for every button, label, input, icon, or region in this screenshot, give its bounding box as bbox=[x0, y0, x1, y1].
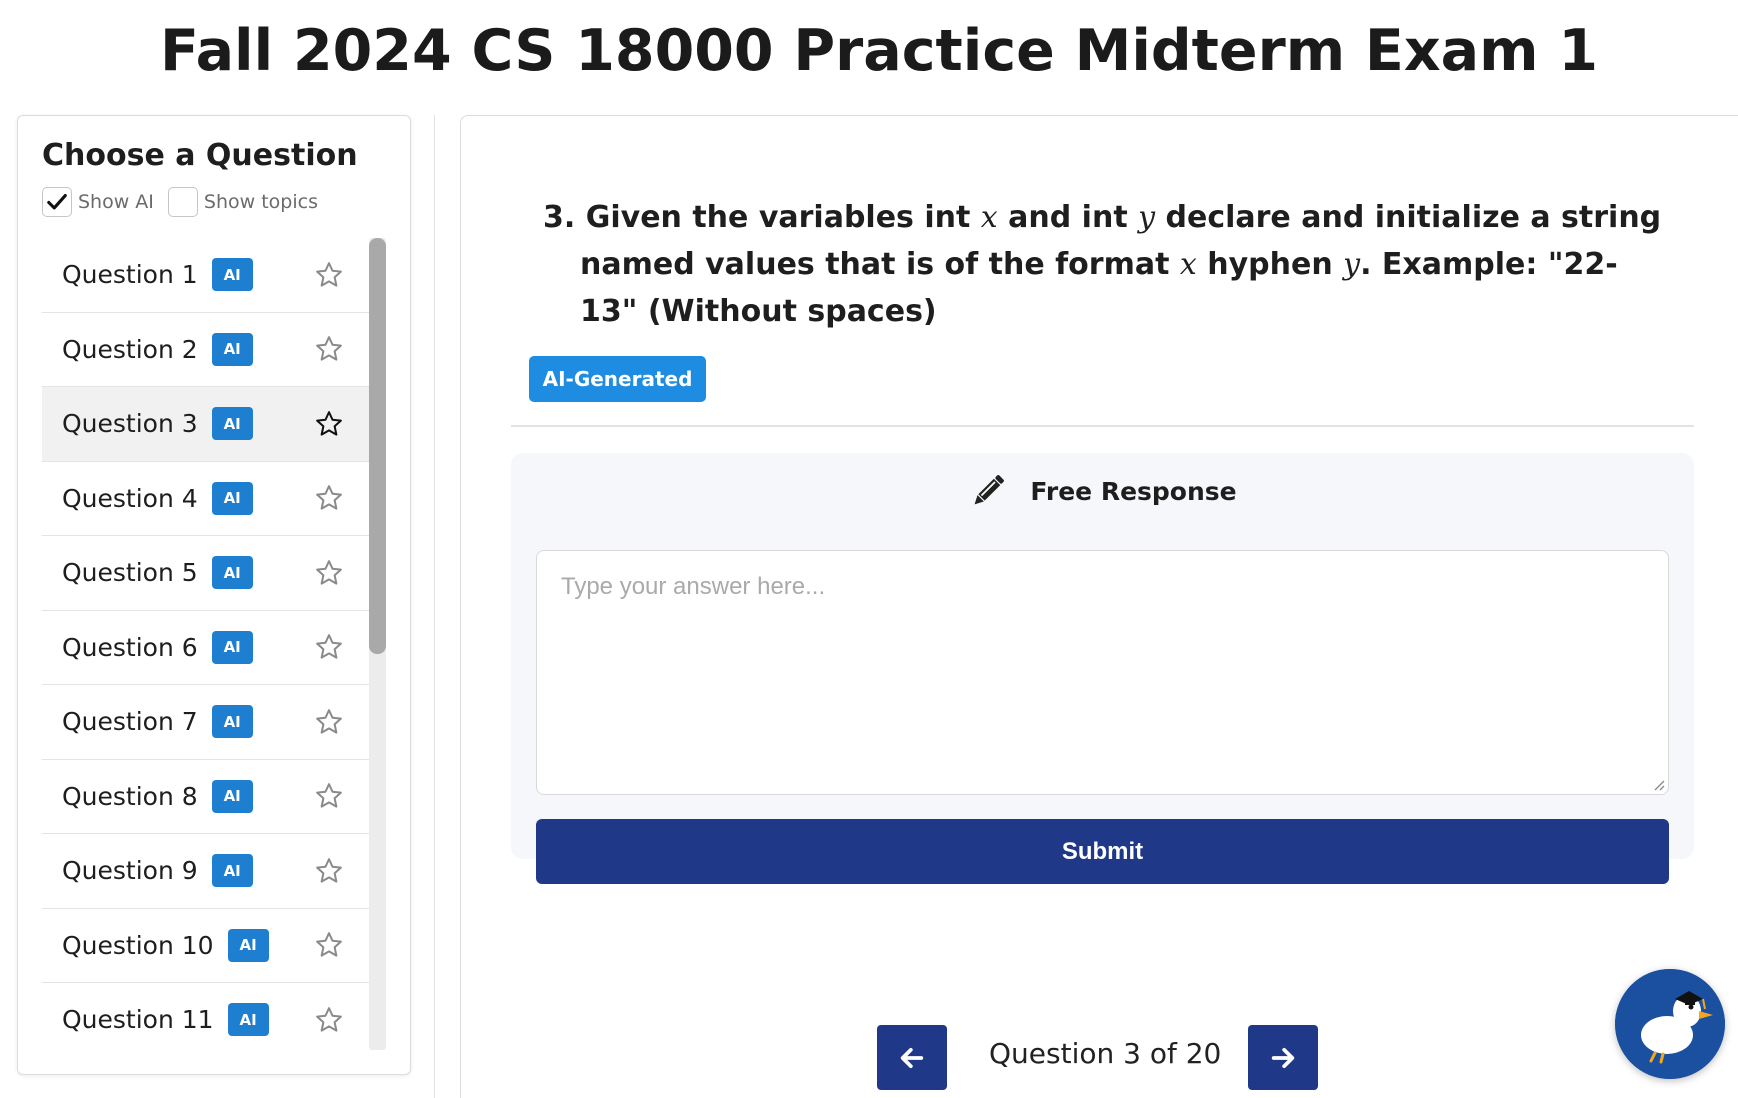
question-label: Question 2 bbox=[62, 334, 198, 364]
star-outline-icon[interactable] bbox=[314, 483, 344, 513]
star-outline-icon[interactable] bbox=[314, 930, 344, 960]
arrow-left-icon bbox=[900, 1047, 924, 1068]
math-variable: y bbox=[1138, 200, 1156, 235]
star-outline-icon[interactable] bbox=[314, 334, 344, 364]
ai-generated-tag: AI-Generated bbox=[529, 356, 706, 402]
question-label: Question 1 bbox=[62, 260, 198, 290]
sidebar-item-question-3[interactable]: Question 3 AI bbox=[42, 387, 386, 462]
sidebar-item-question-6[interactable]: Question 6 AI bbox=[42, 611, 386, 685]
question-text-part: Given the variables int bbox=[585, 200, 981, 235]
star-outline-icon[interactable] bbox=[314, 632, 344, 662]
ai-badge: AI bbox=[211, 556, 253, 590]
math-variable: y bbox=[1343, 247, 1361, 282]
free-response-title: Free Response bbox=[1030, 476, 1237, 506]
arrow-right-icon bbox=[1271, 1047, 1295, 1068]
star-outline-icon[interactable] bbox=[314, 707, 344, 737]
assistant-mascot-button[interactable] bbox=[1615, 969, 1725, 1079]
free-response-header: Free Response bbox=[511, 471, 1694, 511]
question-text-part: and int bbox=[997, 200, 1139, 235]
question-label: Question 4 bbox=[62, 483, 198, 513]
show-topics-label[interactable]: Show topics bbox=[204, 191, 318, 213]
question-prompt: 3. Given the variables int x and int y d… bbox=[543, 194, 1673, 335]
star-outline-icon[interactable] bbox=[314, 260, 344, 290]
scrollbar-thumb[interactable] bbox=[369, 238, 386, 654]
question-text-part: hyphen bbox=[1196, 247, 1344, 282]
star-outline-icon[interactable] bbox=[314, 558, 344, 588]
sidebar-item-question-2[interactable]: Question 2 AI bbox=[42, 313, 386, 387]
ai-badge: AI bbox=[227, 1003, 269, 1037]
star-outline-icon[interactable] bbox=[314, 1005, 344, 1035]
math-variable: x bbox=[980, 200, 998, 235]
question-label: Question 9 bbox=[62, 856, 198, 886]
question-list: Question 1 AI Question 2 AI Question 3 AI Ques… bbox=[42, 238, 386, 1050]
sidebar-item-question-5[interactable]: Question 5 AI bbox=[42, 536, 386, 611]
check-icon bbox=[47, 194, 67, 210]
submit-button[interactable]: Submit bbox=[536, 819, 1669, 884]
question-label: Question 5 bbox=[62, 558, 198, 588]
question-label: Question 6 bbox=[62, 632, 198, 662]
question-sidebar: Choose a Question Show AI Show topics Qu… bbox=[17, 115, 411, 1075]
math-variable: x bbox=[1179, 247, 1197, 282]
panel-divider bbox=[434, 115, 435, 1098]
page-title: Fall 2024 CS 18000 Practice Midterm Exam… bbox=[160, 18, 1598, 84]
next-question-button[interactable] bbox=[1248, 1025, 1318, 1090]
duck-mascot-icon bbox=[1615, 969, 1725, 1079]
sidebar-item-question-4[interactable]: Question 4 AI bbox=[42, 462, 386, 536]
sidebar-item-question-10[interactable]: Question 10 AI bbox=[42, 909, 386, 983]
ai-badge: AI bbox=[227, 928, 269, 962]
filter-row: Show AI Show topics bbox=[42, 187, 332, 217]
star-outline-icon[interactable] bbox=[314, 409, 344, 439]
show-ai-checkbox[interactable] bbox=[42, 187, 72, 217]
question-panel: 3. Given the variables int x and int y d… bbox=[460, 115, 1738, 1098]
sidebar-item-question-9[interactable]: Question 9 AI bbox=[42, 834, 386, 909]
question-label: Question 11 bbox=[62, 1005, 214, 1035]
question-label: Question 8 bbox=[62, 781, 198, 811]
sidebar-item-question-8[interactable]: Question 8 AI bbox=[42, 760, 386, 834]
free-response-card: Free Response bbox=[511, 453, 1694, 859]
ai-badge: AI bbox=[211, 854, 253, 888]
star-outline-icon[interactable] bbox=[314, 856, 344, 886]
show-topics-checkbox[interactable] bbox=[167, 187, 198, 217]
question-label: Question 7 bbox=[62, 707, 198, 737]
star-outline-icon[interactable] bbox=[314, 781, 344, 811]
sidebar-item-question-11[interactable]: Question 11 AI bbox=[42, 983, 386, 1050]
ai-badge: AI bbox=[211, 258, 253, 292]
ai-badge: AI bbox=[211, 779, 253, 813]
previous-question-button[interactable] bbox=[877, 1025, 947, 1090]
pencil-icon bbox=[974, 475, 1005, 505]
question-number: 3. bbox=[543, 200, 576, 235]
sidebar-item-question-1[interactable]: Question 1 AI bbox=[42, 238, 386, 313]
section-divider bbox=[511, 425, 1694, 427]
question-label: Question 10 bbox=[62, 930, 214, 960]
sidebar-heading: Choose a Question bbox=[42, 138, 358, 173]
question-label: Question 3 bbox=[62, 409, 198, 439]
show-ai-label[interactable]: Show AI bbox=[78, 191, 154, 213]
ai-badge: AI bbox=[211, 630, 253, 664]
ai-badge: AI bbox=[211, 407, 253, 441]
ai-badge: AI bbox=[211, 481, 253, 515]
question-counter: Question 3 of 20 bbox=[989, 1037, 1222, 1070]
ai-badge: AI bbox=[211, 705, 253, 739]
ai-badge: AI bbox=[211, 332, 253, 366]
resize-handle-icon[interactable] bbox=[1651, 777, 1665, 791]
answer-input[interactable] bbox=[536, 550, 1669, 795]
sidebar-item-question-7[interactable]: Question 7 AI bbox=[42, 685, 386, 760]
